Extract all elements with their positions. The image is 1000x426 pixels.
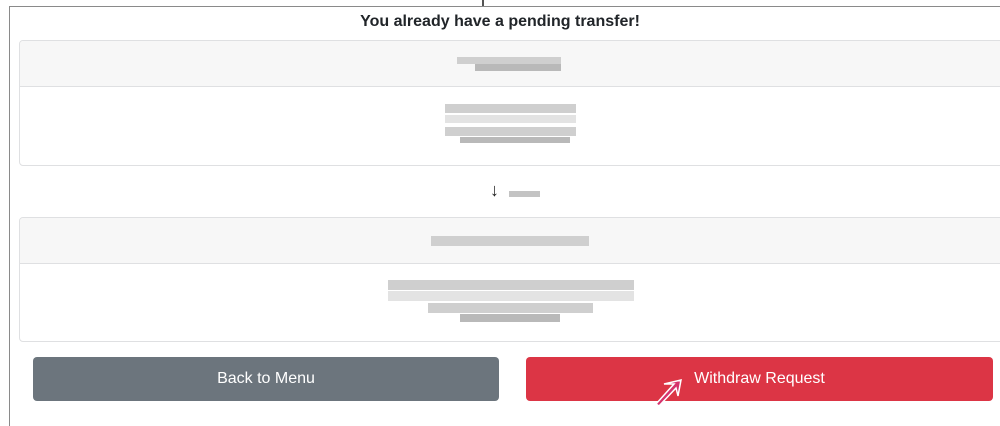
top-pointer-mark [482,0,484,6]
back-to-menu-label: Back to Menu [217,370,315,387]
redacted-text [428,303,593,313]
destination-account-card [19,217,1000,342]
mouse-cursor-icon [654,379,682,406]
redacted-text [388,291,634,301]
withdraw-request-label: Withdraw Request [694,370,825,387]
redacted-text [475,64,561,71]
redacted-text [460,137,570,143]
redacted-text [388,280,634,290]
source-account-body [20,87,1000,165]
arrow-down-icon: ↓ [490,180,499,200]
redacted-text [445,115,576,123]
redacted-text [457,57,561,64]
redacted-text [509,191,540,197]
redacted-text [460,314,560,322]
source-account-card [19,40,1000,166]
back-to-menu-button[interactable]: Back to Menu [33,357,499,401]
withdraw-request-button[interactable]: Withdraw Request [526,357,993,401]
source-account-header [20,41,1000,87]
destination-account-body [20,264,1000,341]
redacted-text [445,127,576,136]
redacted-text [431,236,589,246]
redacted-text [445,104,576,113]
dialog-title: You already have a pending transfer! [360,13,640,30]
destination-account-header [20,218,1000,264]
